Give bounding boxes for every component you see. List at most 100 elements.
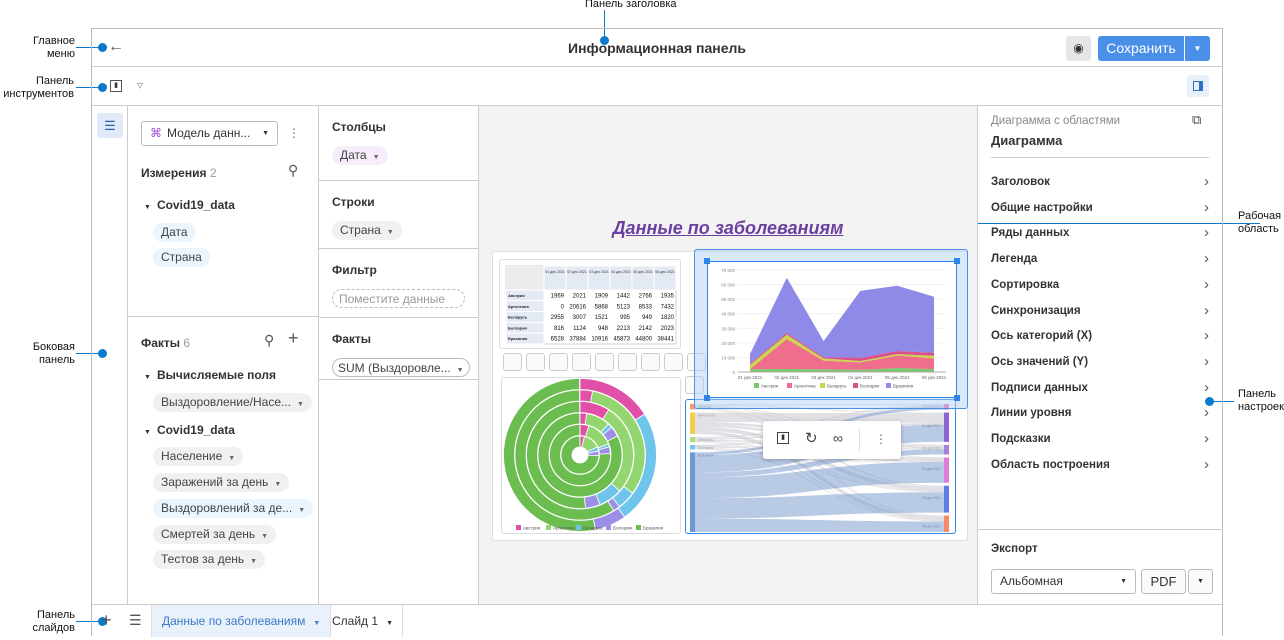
slide-tab[interactable]: Слайд 1 ▼ bbox=[323, 605, 403, 637]
refresh-icon[interactable]: ↻ bbox=[805, 429, 818, 447]
table-row-header: Болгария bbox=[508, 325, 528, 330]
table-column-header: 04 дек 2021 bbox=[611, 270, 631, 274]
chevron-right-icon: › bbox=[1204, 198, 1209, 216]
filter-button[interactable] bbox=[526, 353, 545, 371]
data-list-icon[interactable]: ☰ bbox=[97, 113, 123, 138]
settings-item[interactable]: Ось значений (Y) › bbox=[991, 353, 1209, 370]
slides-list-icon[interactable]: ☰ bbox=[129, 612, 142, 629]
filter-off-icon[interactable]: ▿ bbox=[137, 78, 143, 92]
filter-button[interactable] bbox=[641, 353, 660, 371]
rows-chip[interactable]: Страна ▼ bbox=[332, 221, 402, 240]
fact-chip[interactable]: Заражений за день ▼ bbox=[153, 473, 290, 492]
orientation-select[interactable]: Альбомная ▼ bbox=[991, 569, 1136, 594]
columns-chip[interactable]: Дата ▼ bbox=[332, 146, 388, 165]
y-tick-label: 20 000 bbox=[721, 341, 735, 346]
model-icon: ⌘ bbox=[150, 126, 162, 140]
dimension-chip[interactable]: Дата bbox=[153, 223, 196, 242]
add-icon[interactable]: + bbox=[288, 328, 299, 349]
table-column-header: 05 дек 2021 bbox=[633, 270, 653, 274]
filter-button[interactable] bbox=[618, 353, 637, 371]
settings-item[interactable]: Общие настройки › bbox=[991, 198, 1209, 216]
facts-chip[interactable]: SUM (Выздоровле... ▼ bbox=[332, 358, 470, 377]
resize-handle[interactable] bbox=[704, 395, 710, 401]
calc-group-label: Вычисляемые поля bbox=[156, 368, 277, 382]
rows-well[interactable]: Строки Страна ▼ bbox=[319, 181, 478, 249]
filter-button[interactable] bbox=[595, 353, 614, 371]
panel-splitter[interactable] bbox=[128, 316, 318, 317]
chart-type-icon[interactable]: ▮ bbox=[777, 432, 789, 444]
fact-chip[interactable]: Смертей за день ▼ bbox=[153, 525, 277, 544]
table-cell: 1969 bbox=[551, 294, 565, 300]
preview-eye-icon[interactable]: ◉ bbox=[1066, 36, 1091, 61]
settings-item[interactable]: Ряды данных › bbox=[991, 224, 1209, 242]
legend-swatch bbox=[820, 383, 825, 388]
toolbar: ▮ ▿ bbox=[92, 67, 1222, 106]
chart-type-icon[interactable]: ▮ bbox=[110, 80, 122, 92]
slide-tab-active[interactable]: Данные по заболеваниям ▼ bbox=[151, 605, 332, 637]
chevron-right-icon: › bbox=[1204, 224, 1209, 242]
model-label: Модель данн... bbox=[167, 126, 251, 140]
settings-item[interactable]: Синхронизация › bbox=[991, 302, 1209, 319]
filter-well[interactable]: Фильтр Поместите данные bbox=[319, 249, 478, 318]
sankey-widget[interactable]: АвстрияАргентинаБеларусьБолгарияБразилия… bbox=[685, 399, 956, 539]
legend-label: Аргентина bbox=[553, 526, 575, 531]
legend-label: Бразилия bbox=[643, 526, 664, 531]
export-pdf-button[interactable]: PDF bbox=[1141, 569, 1186, 594]
table-cell: 1935 bbox=[661, 294, 675, 300]
columns-well[interactable]: Столбцы Дата ▼ bbox=[319, 106, 478, 181]
widget-floating-toolbar: ▮ ↻ ∞ ⋮ bbox=[763, 421, 901, 459]
legend-label: Австрия bbox=[761, 384, 779, 389]
copy-icon[interactable]: ⧉ bbox=[1192, 112, 1201, 128]
filter-button[interactable] bbox=[572, 353, 591, 371]
settings-item[interactable]: Подписи данных › bbox=[991, 379, 1209, 396]
filter-button[interactable] bbox=[549, 353, 568, 371]
table-cell: 5123 bbox=[617, 304, 631, 310]
fact-chip[interactable]: Выздоровлений за де... ▼ bbox=[153, 499, 314, 518]
sankey-link bbox=[694, 492, 945, 519]
more-icon[interactable]: ⋮ bbox=[875, 432, 887, 446]
table-widget[interactable]: 01 дек 2021 02 дек 2021 03 дек 2021 04 дек … bbox=[499, 259, 681, 349]
fact-chip[interactable]: Тестов за день ▼ bbox=[153, 550, 266, 569]
export-format-dropdown[interactable]: ▼ bbox=[1188, 569, 1213, 594]
sunburst-widget[interactable]: Австрия Аргентина Беларусь Болгария Бразилия bbox=[501, 377, 681, 534]
legend-label: Австрия bbox=[523, 526, 541, 531]
settings-item[interactable]: Подсказки › bbox=[991, 430, 1209, 447]
search-icon[interactable]: ⚲ bbox=[264, 332, 274, 349]
dashboard-title[interactable]: Данные по заболеваниям bbox=[479, 218, 977, 239]
data-model-select[interactable]: ⌘ Модель данн... ▼ bbox=[141, 121, 278, 146]
resize-handle[interactable] bbox=[954, 258, 960, 264]
sankey-node bbox=[690, 437, 695, 443]
dimension-chip[interactable]: Страна bbox=[153, 248, 210, 267]
more-icon[interactable]: ⋮ bbox=[288, 126, 300, 140]
settings-item[interactable]: Сортировка › bbox=[991, 276, 1209, 293]
save-button[interactable]: Сохранить bbox=[1098, 36, 1184, 61]
settings-item[interactable]: Ось категорий (X) › bbox=[991, 327, 1209, 344]
fact-chip[interactable]: Население ▼ bbox=[153, 447, 244, 466]
legend-swatch bbox=[787, 383, 792, 388]
resize-handle[interactable] bbox=[704, 258, 710, 264]
settings-item[interactable]: Легенда › bbox=[991, 250, 1209, 267]
filter-button[interactable] bbox=[503, 353, 522, 371]
calc-field-chip[interactable]: Выздоровление/Насе... ▼ bbox=[153, 393, 312, 412]
facts-count: 6 bbox=[183, 336, 191, 350]
facts-well[interactable]: Факты SUM (Выздоровле... ▼ bbox=[319, 318, 478, 380]
settings-item[interactable]: Заголовок › bbox=[991, 173, 1209, 190]
legend-swatch bbox=[636, 525, 641, 530]
table-cell: 38441 bbox=[657, 337, 674, 343]
table-cell: 10916 bbox=[591, 337, 608, 343]
annotation-toolbar: Панель инструментов bbox=[3, 75, 74, 100]
legend-label: Болгария bbox=[613, 526, 633, 531]
filter-drop-zone[interactable]: Поместите данные bbox=[332, 289, 465, 308]
search-icon[interactable]: ⚲ bbox=[288, 162, 298, 179]
table-cell: 6528 bbox=[551, 337, 565, 343]
toggle-settings-panel-button[interactable] bbox=[1187, 75, 1209, 97]
area-chart-widget[interactable]: 0 10 000 20 000 30 000 40 000 50 000 60 000 70 … bbox=[707, 261, 957, 398]
link-icon[interactable]: ∞ bbox=[833, 430, 843, 446]
resize-handle[interactable] bbox=[954, 395, 960, 401]
settings-item[interactable]: Область построения › bbox=[991, 456, 1209, 473]
filter-button[interactable] bbox=[664, 353, 683, 371]
table-row-header: Австрия bbox=[508, 293, 525, 298]
add-slide-icon[interactable]: + bbox=[101, 610, 112, 631]
save-options-dropdown[interactable]: ▼ bbox=[1185, 36, 1210, 61]
settings-item[interactable]: Линии уровня › bbox=[991, 404, 1209, 421]
